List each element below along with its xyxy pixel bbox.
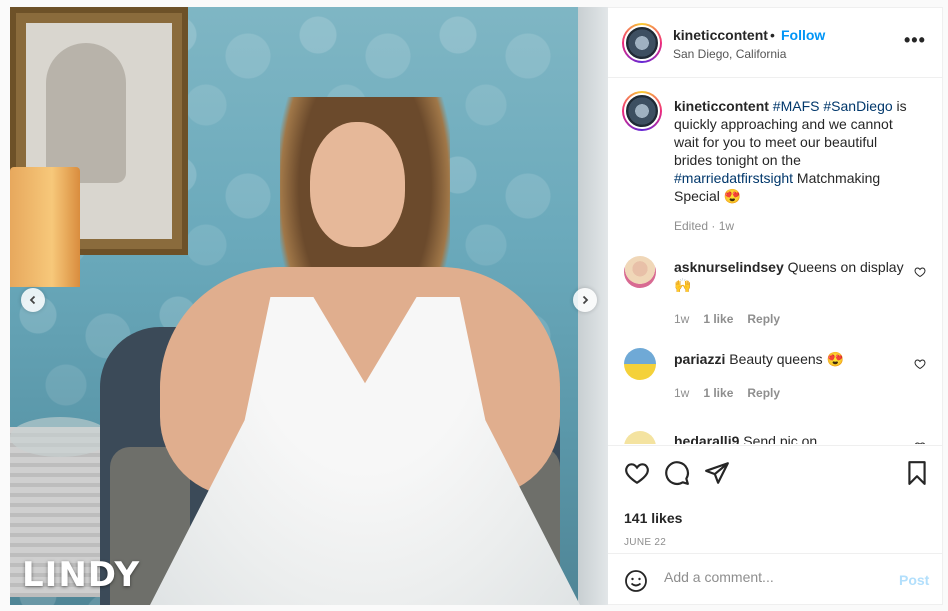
like-comment-heart-icon[interactable] (914, 441, 926, 444)
hashtag-sandiego[interactable]: #SanDiego (823, 98, 892, 114)
comment-text: asknurselindsey Queens on display 🙌 (674, 258, 906, 294)
hashtag-mafs[interactable]: #MAFS (773, 98, 820, 114)
post-modal: LINDY kineticcontent • Follow San Diego,… (0, 0, 948, 611)
post-date: JUNE 22 (624, 537, 667, 548)
next-image-button[interactable] (573, 288, 597, 312)
separator-dot: • (770, 27, 775, 43)
hashtag-marriedatfirstsight[interactable]: #marriedatfirstsight (674, 170, 793, 186)
comment-age: 1w (674, 312, 690, 326)
comment-text: pariazzi Beauty queens 😍 (674, 350, 906, 368)
like-comment-heart-icon[interactable] (914, 266, 926, 278)
comment-bubble-icon[interactable] (664, 460, 690, 486)
post-actions: 141 likes JUNE 22 (608, 445, 943, 557)
commenter-username[interactable]: asknurselindsey (674, 259, 784, 275)
comment-meta: 1w 1 like Reply (674, 312, 794, 326)
likes-count[interactable]: 141 likes (624, 510, 682, 526)
commenter-avatar[interactable] (624, 256, 656, 288)
lamp (10, 167, 80, 287)
side-table (10, 417, 110, 457)
comment-meta: 1w 1 like Reply (674, 386, 794, 400)
post-media-image[interactable]: LINDY (10, 7, 608, 605)
share-paper-plane-icon[interactable] (704, 460, 730, 486)
commenter-avatar[interactable] (624, 431, 656, 444)
comment-body: Beauty queens 😍 (729, 351, 844, 367)
reply-button[interactable]: Reply (747, 386, 780, 400)
like-comment-heart-icon[interactable] (914, 358, 926, 370)
post-location[interactable]: San Diego, California (673, 47, 786, 61)
media-name-overlay: LINDY (22, 555, 141, 595)
caption-meta: Edited · 1w (674, 219, 735, 233)
comment-likes[interactable]: 1 like (703, 312, 733, 326)
more-options-icon[interactable]: ••• (904, 30, 926, 51)
post-header: kineticcontent • Follow San Diego, Calif… (608, 8, 943, 78)
caption-username[interactable]: kineticcontent (674, 98, 769, 114)
like-heart-icon[interactable] (624, 460, 650, 486)
reply-button[interactable]: Reply (747, 312, 780, 326)
follow-button[interactable]: Follow (781, 27, 825, 43)
chevron-right-icon (582, 295, 589, 305)
add-comment-bar: Post (608, 553, 943, 606)
caption-text: kineticcontent #MAFS #SanDiego is quickl… (674, 97, 919, 205)
comment-age: 1w (674, 386, 690, 400)
bride-face (310, 122, 405, 247)
chevron-left-icon (29, 295, 36, 305)
comments-scroll-area[interactable]: kineticcontent #MAFS #SanDiego is quickl… (608, 79, 943, 444)
commenter-username[interactable]: hedaralli9 (674, 433, 739, 444)
previous-image-button[interactable] (21, 288, 45, 312)
emoji-smiley-icon[interactable] (624, 569, 648, 593)
post-details-panel: kineticcontent • Follow San Diego, Calif… (608, 7, 943, 605)
commenter-username[interactable]: pariazzi (674, 351, 725, 367)
comment-body: Send pic on (743, 433, 818, 444)
post-comment-button[interactable]: Post (899, 572, 929, 588)
caption-avatar[interactable] (622, 91, 662, 131)
save-bookmark-icon[interactable] (904, 460, 930, 486)
comment-text: hedaralli9 Send pic on (674, 432, 906, 444)
add-comment-input[interactable] (664, 569, 884, 585)
comment-likes[interactable]: 1 like (703, 386, 733, 400)
commenter-avatar[interactable] (624, 348, 656, 380)
author-username[interactable]: kineticcontent (673, 27, 768, 43)
author-avatar[interactable] (622, 23, 662, 63)
